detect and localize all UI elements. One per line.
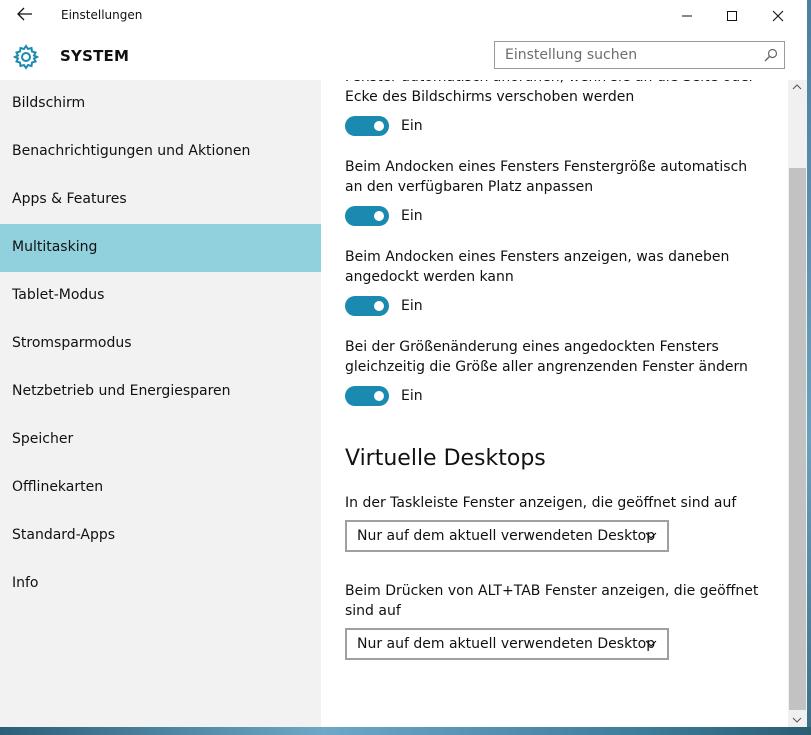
toggle-switch-snap-assist[interactable] (345, 296, 389, 316)
close-button[interactable] (755, 0, 801, 32)
sidebar-item-label: Benachrichtigungen und Aktionen (12, 143, 251, 159)
alttab-dropdown[interactable]: Nur auf dem aktuell verwendeten Desktop (345, 628, 669, 660)
toggle-state-label: Ein (401, 298, 423, 314)
setting-description: Bei der Größenänderung eines angedockten… (345, 339, 748, 375)
taskbar-dropdown[interactable]: Nur auf dem aktuell verwendeten Desktop (345, 520, 669, 552)
setting-description: Beim Andocken eines Fensters Fenstergröß… (345, 159, 748, 195)
scrollbar-thumb[interactable] (789, 168, 806, 710)
sidebar-item-multitasking[interactable]: Multitasking (0, 224, 321, 272)
sidebar-item-label: Multitasking (12, 239, 98, 255)
toggle-switch-resize-adjacent[interactable] (345, 386, 389, 406)
toggle-state-label: Ein (401, 388, 423, 404)
sidebar-item-speicher[interactable]: Speicher (0, 416, 321, 464)
sidebar-item-label: Offlinekarten (12, 479, 104, 495)
search-placeholder: Einstellung suchen (505, 47, 638, 63)
sidebar-item-label: Speicher (12, 431, 74, 447)
sidebar-item-apps-features[interactable]: Apps & Features (0, 176, 321, 224)
maximize-button[interactable] (709, 0, 755, 32)
dropdown-value: Nur auf dem aktuell verwendeten Desktop (357, 528, 656, 544)
setting-description: Beim Andocken eines Fensters anzeigen, w… (345, 249, 730, 285)
sidebar: Bildschirm Benachrichtigungen und Aktion… (0, 80, 321, 727)
sidebar-item-label: Apps & Features (12, 191, 127, 207)
title-bar: Einstellungen (0, 0, 807, 32)
settings-content: Fenster automatisch anordnen, wenn sie a… (321, 80, 788, 727)
sidebar-item-benachrichtigungen[interactable]: Benachrichtigungen und Aktionen (0, 128, 321, 176)
page-header: SYSTEM Einstellung suchen (0, 32, 807, 80)
window-title: Einstellungen (61, 8, 143, 22)
sidebar-item-bildschirm[interactable]: Bildschirm (0, 80, 321, 128)
toggle-knob (374, 121, 384, 131)
settings-window: Einstellungen SYSTEM Einstellung suchen (0, 0, 807, 727)
desktop-background (807, 0, 811, 735)
search-input[interactable]: Einstellung suchen (494, 41, 785, 69)
sidebar-item-offlinekarten[interactable]: Offlinekarten (0, 464, 321, 512)
sidebar-item-tablet-modus[interactable]: Tablet-Modus (0, 272, 321, 320)
toggle-state-label: Ein (401, 208, 423, 224)
setting-description: Fenster automatisch anordnen, wenn sie a… (345, 80, 754, 105)
desktop-background-bottom (0, 727, 811, 735)
minimize-icon (682, 15, 692, 17)
sidebar-item-info[interactable]: Info (0, 560, 321, 608)
chevron-down-icon (645, 532, 657, 539)
maximize-icon (727, 11, 737, 21)
sidebar-item-label: Netzbetrieb und Energiesparen (12, 383, 231, 399)
toggle-knob (374, 391, 384, 401)
toggle-switch-auto-arrange[interactable] (345, 116, 389, 136)
sidebar-item-netzbetrieb[interactable]: Netzbetrieb und Energiesparen (0, 368, 321, 416)
sidebar-item-stromsparmodus[interactable]: Stromsparmodus (0, 320, 321, 368)
back-arrow-icon[interactable] (14, 6, 36, 26)
chevron-down-icon (645, 640, 657, 647)
sidebar-item-label: Standard-Apps (12, 527, 116, 543)
sidebar-item-label: Stromsparmodus (12, 335, 132, 351)
dropdown-value: Nur auf dem aktuell verwendeten Desktop (357, 636, 656, 652)
toggle-switch-auto-resize[interactable] (345, 206, 389, 226)
vertical-scrollbar[interactable] (788, 80, 807, 727)
toggle-knob (374, 211, 384, 221)
minimize-button[interactable] (664, 0, 710, 32)
alttab-setting-label: Beim Drücken von ALT+TAB Fenster anzeige… (345, 583, 759, 619)
taskbar-setting-label: In der Taskleiste Fenster anzeigen, die … (345, 495, 737, 511)
toggle-state-label: Ein (401, 118, 423, 134)
sidebar-item-label: Tablet-Modus (12, 287, 105, 303)
sidebar-item-label: Info (12, 575, 39, 591)
page-title: SYSTEM (60, 47, 130, 65)
scroll-down-icon[interactable] (792, 717, 802, 723)
sidebar-item-label: Bildschirm (12, 95, 86, 111)
sidebar-item-standard-apps[interactable]: Standard-Apps (0, 512, 321, 560)
scroll-up-icon[interactable] (792, 84, 802, 90)
search-icon (764, 48, 778, 62)
section-title-virtual-desktops: Virtuelle Desktops (345, 446, 546, 471)
gear-icon (12, 44, 40, 70)
close-icon (772, 10, 784, 22)
toggle-knob (374, 301, 384, 311)
